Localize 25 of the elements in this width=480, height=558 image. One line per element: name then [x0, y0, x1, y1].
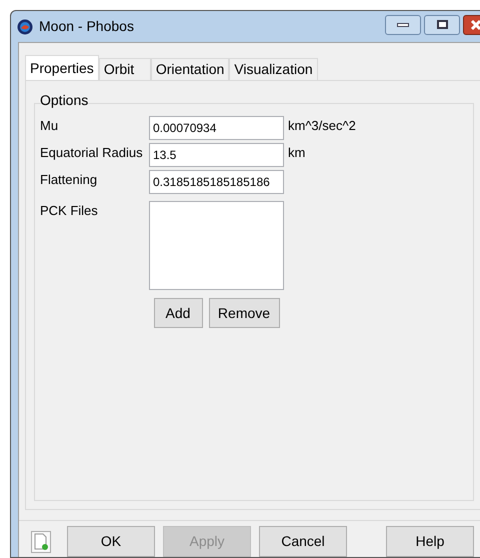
close-icon: [470, 18, 480, 30]
minimize-button[interactable]: [385, 14, 421, 34]
maximize-button[interactable]: [424, 14, 460, 34]
tab[interactable]: Orientation: [150, 58, 230, 80]
remove-button[interactable]: Remove: [208, 298, 280, 328]
planet-icon: [17, 18, 33, 34]
text-field[interactable]: 13.5: [149, 143, 284, 167]
field-label: Equatorial Radius: [40, 144, 144, 162]
window-title: Moon - Phobos: [39, 17, 134, 36]
tab[interactable]: Properties: [25, 55, 99, 80]
dialog-button[interactable]: OK: [67, 526, 155, 557]
field-label: PCK Files: [40, 202, 99, 220]
tab[interactable]: Orbit: [98, 58, 151, 80]
group-title: Options: [40, 91, 88, 110]
help-button[interactable]: Help: [386, 526, 474, 557]
new-document-icon: [31, 530, 51, 552]
tab[interactable]: Visualization: [229, 58, 318, 80]
text-field[interactable]: 0.00070934: [149, 116, 284, 140]
unit-label: km^3/sec^2: [288, 117, 356, 135]
add-button[interactable]: Add: [154, 298, 202, 328]
unit-label: km: [288, 144, 306, 162]
field-label: Mu: [40, 117, 60, 135]
dialog-button[interactable]: Cancel: [259, 526, 347, 557]
text-field[interactable]: 0.3185185185185186: [149, 170, 284, 194]
field-label: Flattening: [40, 171, 98, 189]
